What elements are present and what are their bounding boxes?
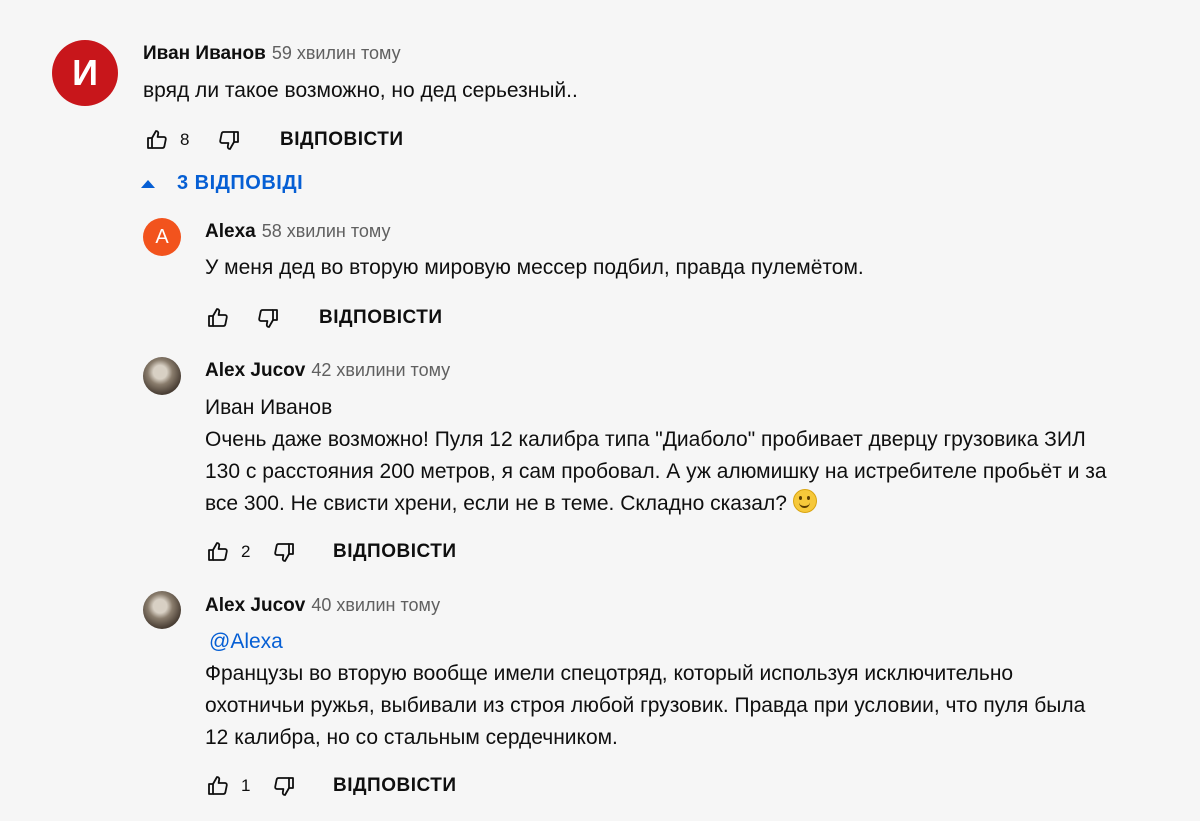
reply-line: 130 с расстояния 200 метров, я сам пробо… [205,460,1107,483]
reply-author[interactable]: Alex Jucov [205,595,305,617]
thumbs-down-icon [274,777,294,796]
thumbs-down-icon [219,131,239,150]
dislike-button[interactable] [214,125,244,155]
replies-toggle-label: 3 ВІДПОВІДІ [177,172,304,194]
comment-actions: 8 ВІДПОВІСТИ [142,125,403,155]
avatar-letter: И [72,52,98,93]
caret-up-icon [141,179,155,188]
reply-time[interactable]: 40 хвилин тому [311,595,440,616]
avatar[interactable] [143,357,181,395]
reply-actions: 1 ВІДПОВІСТИ [203,771,456,801]
reply-time[interactable]: 58 хвилин тому [262,221,391,242]
reply-header: Alex Jucov 42 хвилини тому [205,360,450,382]
avatar[interactable]: И [52,40,118,106]
reply-actions: 2 ВІДПОВІСТИ [203,537,456,567]
dislike-button[interactable] [269,771,299,801]
like-button[interactable] [203,771,233,801]
reply-addressee: Иван Иванов [205,396,333,419]
thumbs-down-icon [274,543,294,562]
reply-line: Очень даже возможно! Пуля 12 калибра тип… [205,428,1086,451]
like-count: 2 [241,542,251,561]
like-button[interactable] [142,125,172,155]
like-button[interactable] [203,303,233,333]
reply-header: Alex Jucov 40 хвилин тому [205,595,440,617]
reply-text: У меня дед во вторую мировую мессер подб… [205,256,864,279]
like-count: 1 [241,776,251,795]
avatar[interactable] [143,591,181,629]
reply-line: 12 калибра, но со стальным сердечником. [205,726,618,749]
like-count: 8 [180,130,190,149]
reply-button[interactable]: ВІДПОВІСТИ [319,307,442,329]
smiley-emoji [792,489,817,513]
avatar-letter: А [155,225,169,248]
reply-author[interactable]: Alexa [205,221,256,243]
comment-text: вряд ли такое возможно, но дед серьезный… [143,79,578,102]
mention-link[interactable]: @Alexa [209,630,283,653]
thumbs-up-icon [208,542,228,561]
thumbs-up-icon [208,308,228,327]
like-button[interactable] [203,537,233,567]
reply-time[interactable]: 42 хвилини тому [311,360,450,381]
reply-author[interactable]: Alex Jucov [205,360,305,382]
reply-button[interactable]: ВІДПОВІСТИ [280,129,403,151]
avatar[interactable]: А [143,218,181,256]
reply-button[interactable]: ВІДПОВІСТИ [333,541,456,563]
reply-header: Alexa 58 хвилин тому [205,221,390,243]
replies-toggle[interactable]: 3 ВІДПОВІДІ [141,172,303,195]
comment-header: Иван Иванов 59 хвилин тому [143,43,401,65]
reply-actions: ВІДПОВІСТИ [203,303,442,333]
reply-button[interactable]: ВІДПОВІСТИ [333,775,456,797]
reply-last-line: все 300. Не свисти хрени, если не в теме… [205,488,1107,520]
reply-body: Иван Иванов Очень даже возможно! Пуля 12… [205,392,1107,520]
dislike-button[interactable] [253,303,283,333]
reply-line: Французы во вторую вообще имели спецотря… [205,662,1014,685]
reply-line: все 300. Не свисти хрени, если не в теме… [205,492,787,515]
thumbs-up-icon [147,130,167,149]
thumbs-down-icon [258,309,278,328]
dislike-button[interactable] [269,537,299,567]
thumbs-up-icon [208,776,228,795]
reply-body: @Alexa Французы во вторую вообще имели с… [205,626,1085,754]
comment-author[interactable]: Иван Иванов [143,43,266,65]
reply-line: охотничьи ружья, выбивали из строя любой… [205,694,1086,717]
comment-time[interactable]: 59 хвилин тому [272,43,401,64]
